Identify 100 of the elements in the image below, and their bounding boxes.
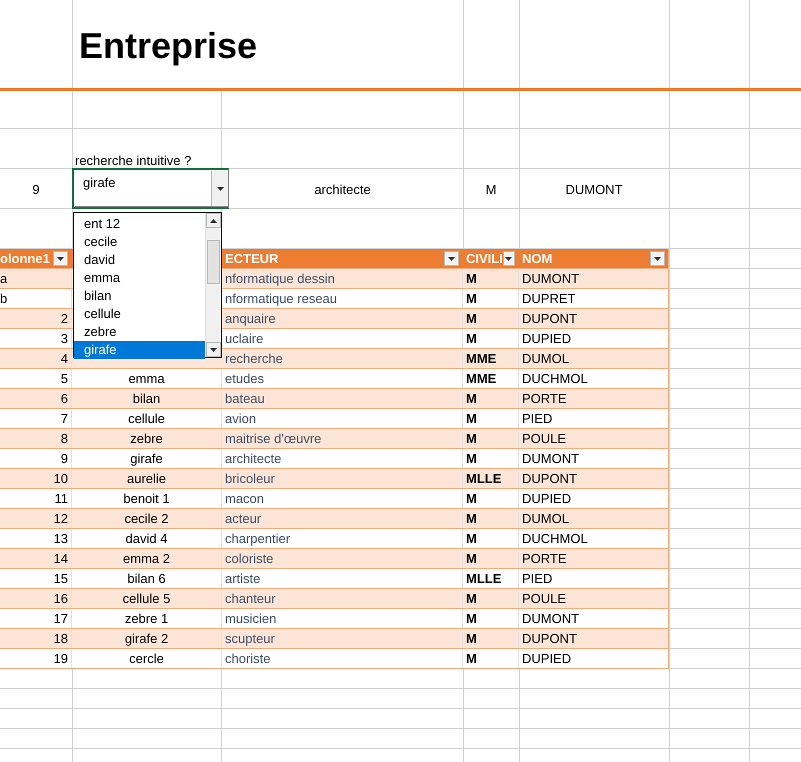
dropdown-item[interactable]: bilan bbox=[74, 287, 205, 305]
dropdown-button[interactable] bbox=[211, 171, 228, 206]
dropdown-item[interactable]: zebre bbox=[74, 323, 205, 341]
table-cell: MME bbox=[463, 349, 519, 368]
table-cell-text: DUPONT bbox=[521, 310, 578, 328]
table-cell: bilan bbox=[72, 389, 222, 408]
table-cell: 8 bbox=[0, 429, 72, 448]
table-cell: bilan 6 bbox=[72, 569, 222, 588]
table-cell: M bbox=[463, 429, 519, 448]
table-cell: girafe 2 bbox=[72, 629, 222, 648]
table-cell: charpentier bbox=[222, 529, 463, 548]
table-cell: M bbox=[463, 309, 519, 328]
filter-button[interactable] bbox=[53, 251, 68, 266]
dropdown-item[interactable]: ent 12 bbox=[74, 215, 205, 233]
table-cell: b bbox=[0, 289, 72, 308]
dropdown-item[interactable]: david bbox=[74, 251, 205, 269]
table-cell: 2 bbox=[0, 309, 72, 328]
table-cell-text: DUCHMOL bbox=[521, 530, 589, 548]
table-cell: chanteur bbox=[222, 589, 463, 608]
table-cell: architecte bbox=[222, 449, 463, 468]
table-cell: M bbox=[463, 589, 519, 608]
table-cell: cellule bbox=[72, 409, 222, 428]
lookup-value: DUMONT bbox=[564, 180, 624, 198]
table-cell: bricoleur bbox=[222, 469, 463, 488]
dropdown-item[interactable]: emma bbox=[74, 269, 205, 287]
table-cell: emma 2 bbox=[72, 549, 222, 568]
lookup-value: M bbox=[484, 180, 498, 198]
table-cell: coloriste bbox=[222, 549, 463, 568]
table-cell: artiste bbox=[222, 569, 463, 588]
table-cell-text: DUPONT bbox=[521, 470, 578, 488]
table-cell: 13 bbox=[0, 529, 72, 548]
table-cell: cercle bbox=[72, 649, 222, 668]
dropdown-item[interactable]: girafe bbox=[74, 341, 205, 359]
caret-down-icon bbox=[448, 256, 455, 260]
table-cell: 5 bbox=[0, 369, 72, 388]
table-cell-text: POULE bbox=[521, 590, 568, 608]
dropdown-item[interactable]: cecile bbox=[74, 233, 205, 251]
table-cell: M bbox=[463, 529, 519, 548]
table-cell-text: DUPRET bbox=[521, 290, 576, 308]
column-header: olonne1 bbox=[0, 251, 50, 266]
table-cell: MLLE bbox=[463, 469, 519, 488]
column-header: CIVILI bbox=[466, 251, 503, 266]
table-cell-text: DUPIED bbox=[521, 490, 572, 508]
table-cell-text: PIED bbox=[521, 570, 554, 588]
table-cell: 19 bbox=[0, 649, 72, 668]
filter-button[interactable] bbox=[444, 251, 459, 266]
table-cell-text: POULE bbox=[521, 430, 568, 448]
table-cell-text: DUPONT bbox=[521, 630, 578, 648]
scroll-thumb[interactable] bbox=[207, 240, 220, 284]
scroll-down-button[interactable] bbox=[206, 342, 221, 357]
filter-button[interactable] bbox=[502, 251, 515, 266]
table-cell: cecile 2 bbox=[72, 509, 222, 528]
sheet-title: Entreprise bbox=[78, 24, 258, 68]
table-cell: zebre 1 bbox=[72, 609, 222, 628]
table-cell: choriste bbox=[222, 649, 463, 668]
table-cell: etudes bbox=[222, 369, 463, 388]
table-cell: 4 bbox=[0, 349, 72, 368]
table-cell: zebre bbox=[72, 429, 222, 448]
table-cell: cellule 5 bbox=[72, 589, 222, 608]
table-cell: 12 bbox=[0, 509, 72, 528]
table-cell: M bbox=[463, 409, 519, 428]
table-cell: M bbox=[463, 289, 519, 308]
table-cell: macon bbox=[222, 489, 463, 508]
table-cell: M bbox=[463, 449, 519, 468]
table-cell: M bbox=[463, 489, 519, 508]
table-cell: bateau bbox=[222, 389, 463, 408]
caret-down-icon bbox=[654, 256, 661, 260]
combo-value: girafe bbox=[82, 174, 117, 192]
table-cell: M bbox=[463, 629, 519, 648]
combo-box[interactable]: girafe bbox=[72, 168, 229, 209]
lookup-value: 9 bbox=[31, 180, 41, 198]
caret-down-icon bbox=[57, 256, 64, 260]
table-cell: M bbox=[463, 549, 519, 568]
caret-up-icon bbox=[210, 218, 217, 222]
table-cell-text: PORTE bbox=[521, 390, 568, 408]
table-cell: benoit 1 bbox=[72, 489, 222, 508]
table-cell: 3 bbox=[0, 329, 72, 348]
table-cell: 18 bbox=[0, 629, 72, 648]
filter-button[interactable] bbox=[650, 251, 665, 266]
table-cell: 10 bbox=[0, 469, 72, 488]
table-cell: M bbox=[463, 509, 519, 528]
table-cell: 16 bbox=[0, 589, 72, 608]
table-cell-text: DUCHMOL bbox=[521, 370, 589, 388]
table-cell: M bbox=[463, 649, 519, 668]
table-cell: 15 bbox=[0, 569, 72, 588]
table-cell: 6 bbox=[0, 389, 72, 408]
table-cell: emma bbox=[72, 369, 222, 388]
table-cell: 11 bbox=[0, 489, 72, 508]
table-cell-text: DUPIED bbox=[521, 330, 572, 348]
table-cell: MLLE bbox=[463, 569, 519, 588]
scroll-up-button[interactable] bbox=[206, 213, 221, 228]
caret-down-icon bbox=[505, 256, 512, 260]
table-cell-text: PORTE bbox=[521, 550, 568, 568]
table-cell-text: DUMOL bbox=[521, 350, 570, 368]
table-cell: M bbox=[463, 329, 519, 348]
table-cell: M bbox=[463, 269, 519, 288]
table-cell-text: PIED bbox=[521, 410, 554, 428]
search-label: recherche intuitive ? bbox=[74, 152, 192, 169]
table-cell: 9 bbox=[0, 449, 72, 468]
dropdown-item[interactable]: cellule bbox=[74, 305, 205, 323]
